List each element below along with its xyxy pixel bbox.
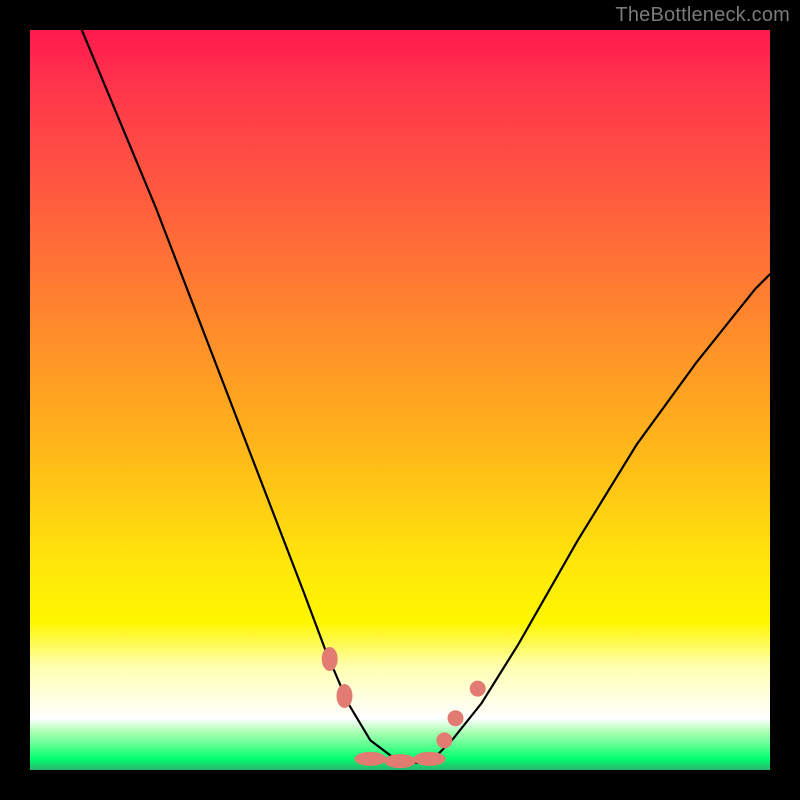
valley-marker [354, 752, 386, 766]
bottleneck-curve [82, 30, 770, 763]
valley-marker [436, 732, 452, 748]
plot-area [30, 30, 770, 770]
curve-layer [30, 30, 770, 770]
valley-marker [384, 754, 416, 768]
valley-marker [470, 681, 486, 697]
valley-marker [448, 710, 464, 726]
watermark-text: TheBottleneck.com [615, 4, 790, 27]
valley-marker [337, 684, 353, 708]
chart-frame: TheBottleneck.com [0, 0, 800, 800]
valley-marker [322, 647, 338, 671]
valley-markers [322, 647, 486, 768]
valley-marker [414, 752, 446, 766]
